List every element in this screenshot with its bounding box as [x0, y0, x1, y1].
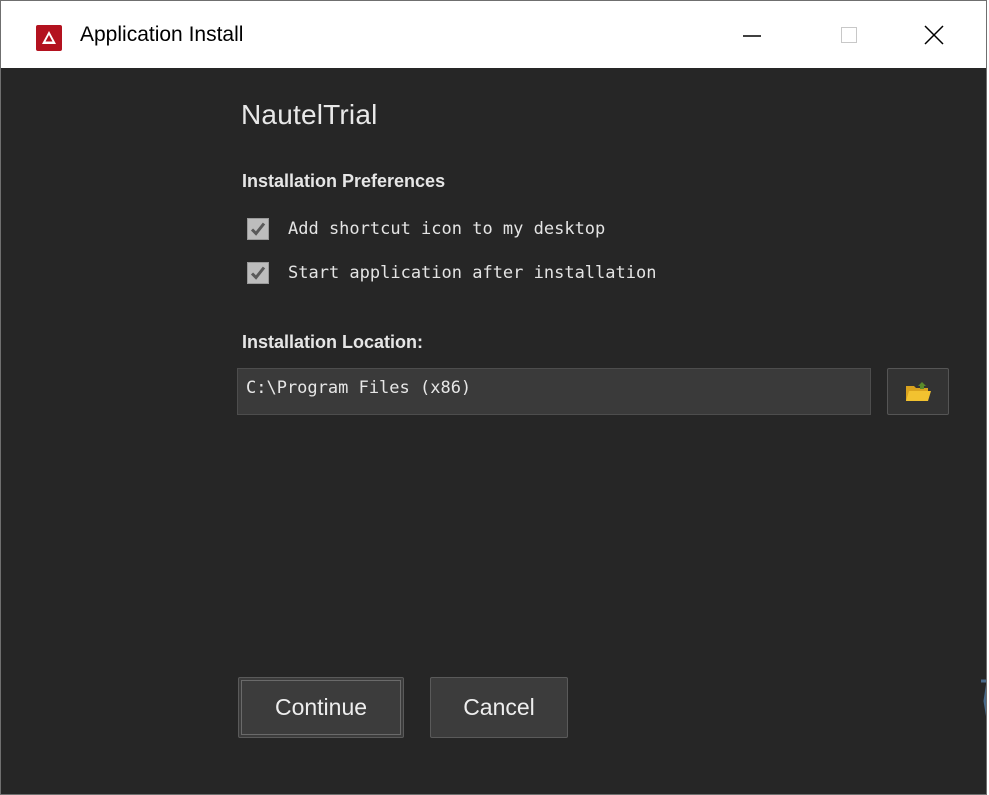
- start-after-install-label: Start application after installation: [288, 263, 657, 283]
- background-artifact: [981, 679, 986, 717]
- cancel-button[interactable]: Cancel: [430, 677, 568, 738]
- minimize-button[interactable]: [723, 11, 781, 59]
- title-bar[interactable]: Application Install: [1, 1, 986, 68]
- close-button[interactable]: [905, 11, 963, 59]
- desktop-shortcut-option[interactable]: Add shortcut icon to my desktop: [247, 218, 605, 240]
- app-name-heading: NautelTrial: [241, 99, 378, 130]
- installer-content: NautelTrial Installation Preferences Add…: [1, 68, 986, 794]
- start-after-install-checkbox[interactable]: [247, 262, 269, 284]
- maximize-icon: [841, 27, 857, 43]
- checkmark-icon: [250, 222, 266, 236]
- minimize-icon: [743, 35, 761, 37]
- maximize-button[interactable]: [820, 11, 878, 59]
- continue-button[interactable]: Continue: [238, 677, 404, 738]
- app-logo-icon: [36, 25, 62, 51]
- location-heading: Installation Location:: [242, 332, 424, 352]
- preferences-heading: Installation Preferences: [242, 171, 446, 191]
- install-path-value: C:\Program Files (x86): [246, 377, 472, 398]
- desktop-shortcut-checkbox[interactable]: [247, 218, 269, 240]
- checkmark-icon: [250, 266, 266, 280]
- install-path-input[interactable]: C:\Program Files (x86): [237, 368, 871, 415]
- desktop-shortcut-label: Add shortcut icon to my desktop: [288, 219, 606, 239]
- installer-window: Application Install NautelTrial Installa…: [0, 0, 987, 795]
- close-icon: [924, 25, 944, 45]
- window-title: Application Install: [80, 23, 244, 46]
- browse-folder-button[interactable]: [887, 368, 949, 415]
- start-after-install-option[interactable]: Start application after installation: [247, 262, 656, 284]
- folder-icon: [906, 381, 931, 401]
